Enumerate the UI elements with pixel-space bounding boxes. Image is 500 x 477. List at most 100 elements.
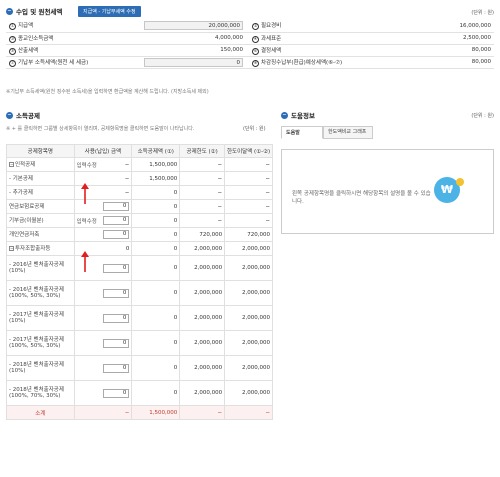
amount-input[interactable]: 0 [103, 230, 130, 239]
income-row: ① 지급액 20,000,000 ② 필요경비 16,000,000 [6, 20, 494, 33]
deduction-limit: − [179, 185, 226, 200]
circled-number: ⑤ [9, 47, 16, 55]
total-amount: − [73, 405, 133, 420]
edit-payment-button[interactable]: 지급액 - 기납부세액 수정 [78, 6, 141, 17]
table-row: - 추가공제 −0− − [6, 185, 273, 200]
income-value: 80,000 [384, 44, 494, 57]
limit-difference: − [224, 199, 273, 214]
col-header: 소득공제액 (①) [131, 144, 181, 158]
help-tabs: 도움말 한도액비교 그래프 [281, 126, 373, 139]
income-label: ④ 과세표준 [246, 32, 384, 45]
deduction-limit: 720,000 [179, 227, 226, 242]
deduction-item-label[interactable]: - 2017년 벤처출자공제 (10%) [6, 305, 75, 331]
deduction-amount: 0 [131, 185, 181, 200]
deduction-limit: − [179, 171, 226, 186]
deduction-item-label[interactable]: 개인연금저축 [6, 227, 75, 242]
amount-cell: 0 [73, 305, 133, 331]
table-row: 연금보험료공제 0 0− − [6, 199, 273, 214]
income-value-field[interactable]: 0 [144, 57, 243, 67]
income-value[interactable]: 0 [141, 56, 246, 69]
deduction-amount: 0 [131, 380, 181, 406]
income-value-field[interactable]: 20,000,000 [144, 21, 243, 31]
total-row: 소계 −1,500,000− − [6, 405, 273, 420]
income-value: 4,000,000 [141, 32, 246, 45]
amount-input[interactable]: 0 [103, 216, 130, 225]
deduction-amount: 1,500,000 [131, 157, 181, 172]
income-value: 150,000 [141, 44, 246, 57]
income-value: 80,000 [384, 56, 494, 69]
deduction-limit: 2,000,000 [179, 241, 226, 256]
amount-input[interactable]: 0 [103, 313, 130, 323]
section-bullet-icon: − [281, 111, 288, 119]
limit-difference: 2,000,000 [224, 241, 273, 256]
deduction-item-label[interactable]: - 2016년 벤처출자공제 (100%, 50%, 30%) [6, 280, 75, 306]
income-row: ③ 종교인소득금액 4,000,000 ④ 과세표준 2,500,000 [6, 32, 494, 45]
amount-cell: 입력수정 − [73, 157, 133, 172]
amount-input[interactable]: 0 [103, 338, 130, 348]
col-header: 공제한도 (②) [179, 144, 226, 158]
deduction-item-label[interactable]: - 2016년 벤처출자공제 (10%) [6, 255, 75, 281]
income-label: ⑦ 기납부 소득세액(원천 세 세금) [6, 56, 141, 69]
table-row: - 2018년 벤처출자공제 (100%, 70%, 30%) 0 0 2,000,0… [6, 380, 273, 406]
coin-sparkle-icon [456, 178, 464, 186]
table-row: - 2017년 벤처출자공제 (100%, 50%, 30%) 0 0 2,000,0… [6, 330, 273, 356]
income-label: ⑧ 차감징수납부(환급)예상세액(⑥-⑦) [246, 56, 384, 69]
collapse-icon[interactable]: − [9, 245, 14, 251]
deduction-amount: 0 [131, 330, 181, 356]
table-row: - 2017년 벤처출자공제 (10%) 0 0 2,000,000 2,000,000 [6, 305, 273, 331]
amount-input[interactable]: 0 [103, 288, 130, 298]
table-row: 개인연금저축 0 0 720,000 720,000 [6, 227, 273, 242]
deduction-table: 공제항목명 사용(납입) 금액 소득공제액 (①) 공제한도 (②) 한도이달액… [6, 144, 273, 420]
deduction-item-label[interactable]: - 2017년 벤처출자공제 (100%, 50%, 30%) [6, 330, 75, 356]
total-label: 소계 [6, 405, 75, 420]
section-bullet-icon: − [6, 7, 13, 15]
deduction-amount: 0 [131, 305, 181, 331]
deduction-item-label[interactable]: − 투자조합출자등 [6, 241, 75, 256]
deduction-amount: 0 [131, 227, 181, 242]
tab-limit-graph[interactable]: 한도액비교 그래프 [323, 126, 373, 139]
deduction-section-title: − 소득공제 [6, 111, 40, 120]
amount-input[interactable]: 0 [103, 202, 130, 211]
tab-help[interactable]: 도움말 [281, 126, 323, 139]
limit-difference: 2,000,000 [224, 330, 273, 356]
amount-input[interactable]: 0 [103, 263, 130, 273]
deduction-item-label[interactable]: − 인적공제 [6, 157, 75, 172]
amount-input[interactable]: 0 [103, 388, 130, 398]
deduction-limit: − [179, 199, 226, 214]
amount-cell: 0 [73, 280, 133, 306]
deduction-item-label[interactable]: 기부금(이월분) [6, 213, 75, 228]
income-row: ⑤ 산출세액 150,000 ⑥ 결정세액 80,000 [6, 44, 494, 57]
edit-link[interactable]: 입력수정 [77, 219, 97, 225]
income-label: ① 지급액 [6, 20, 141, 33]
table-row: - 2018년 벤처출자공제 (10%) 0 0 2,000,000 2,000,000 [6, 355, 273, 381]
deduction-item-label[interactable]: - 추가공제 [6, 185, 75, 200]
deduction-limit: 2,000,000 [179, 255, 226, 281]
deduction-item-label[interactable]: - 2018년 벤처출자공제 (100%, 70%, 30%) [6, 380, 75, 406]
deduction-amount: 0 [131, 213, 181, 228]
limit-difference: 2,000,000 [224, 380, 273, 406]
amount-cell: 입력수정 0 [73, 213, 133, 228]
arrow-up-icon [81, 251, 89, 272]
edit-link[interactable]: 입력수정 [77, 163, 97, 169]
deduction-limit: − [179, 157, 226, 172]
table-row: - 기본공제 −1,500,000− − [6, 171, 273, 186]
table-row: 기부금(이월분) 입력수정 0 0− − [6, 213, 273, 228]
deduction-item-label[interactable]: - 기본공제 [6, 171, 75, 186]
table-row: - 2016년 벤처출자공제 (10%) 0 0 2,000,000 2,000,000 [6, 255, 273, 281]
table-row: − 투자조합출자등 0 0 2,000,000 2,000,000 [6, 241, 273, 256]
total-deduction: 1,500,000 [131, 405, 181, 420]
collapse-icon[interactable]: − [9, 161, 14, 167]
amount-cell: 0 [73, 227, 133, 242]
deduction-limit: − [179, 213, 226, 228]
income-row: ⑦ 기납부 소득세액(원천 세 세금) 0 ⑧ 차감징수납부(환급)예상세액(⑥-⑦) 8… [6, 56, 494, 69]
deduction-amount: 0 [131, 255, 181, 281]
deduction-item-label[interactable]: 연금보험료공제 [6, 199, 75, 214]
section-bullet-icon: − [6, 111, 13, 119]
deduction-item-label[interactable]: - 2018년 벤처출자공제 (10%) [6, 355, 75, 381]
table-row: - 2016년 벤처출자공제 (100%, 50%, 30%) 0 0 2,000,0… [6, 280, 273, 306]
deduction-amount: 0 [131, 355, 181, 381]
income-value[interactable]: 20,000,000 [141, 20, 246, 33]
table-row: − 인적공제 입력수정 −1,500,000− − [6, 157, 273, 172]
income-table: ① 지급액 20,000,000 ② 필요경비 16,000,000 ③ 종교인소득금액 4,0… [6, 20, 494, 69]
amount-input[interactable]: 0 [103, 363, 130, 373]
